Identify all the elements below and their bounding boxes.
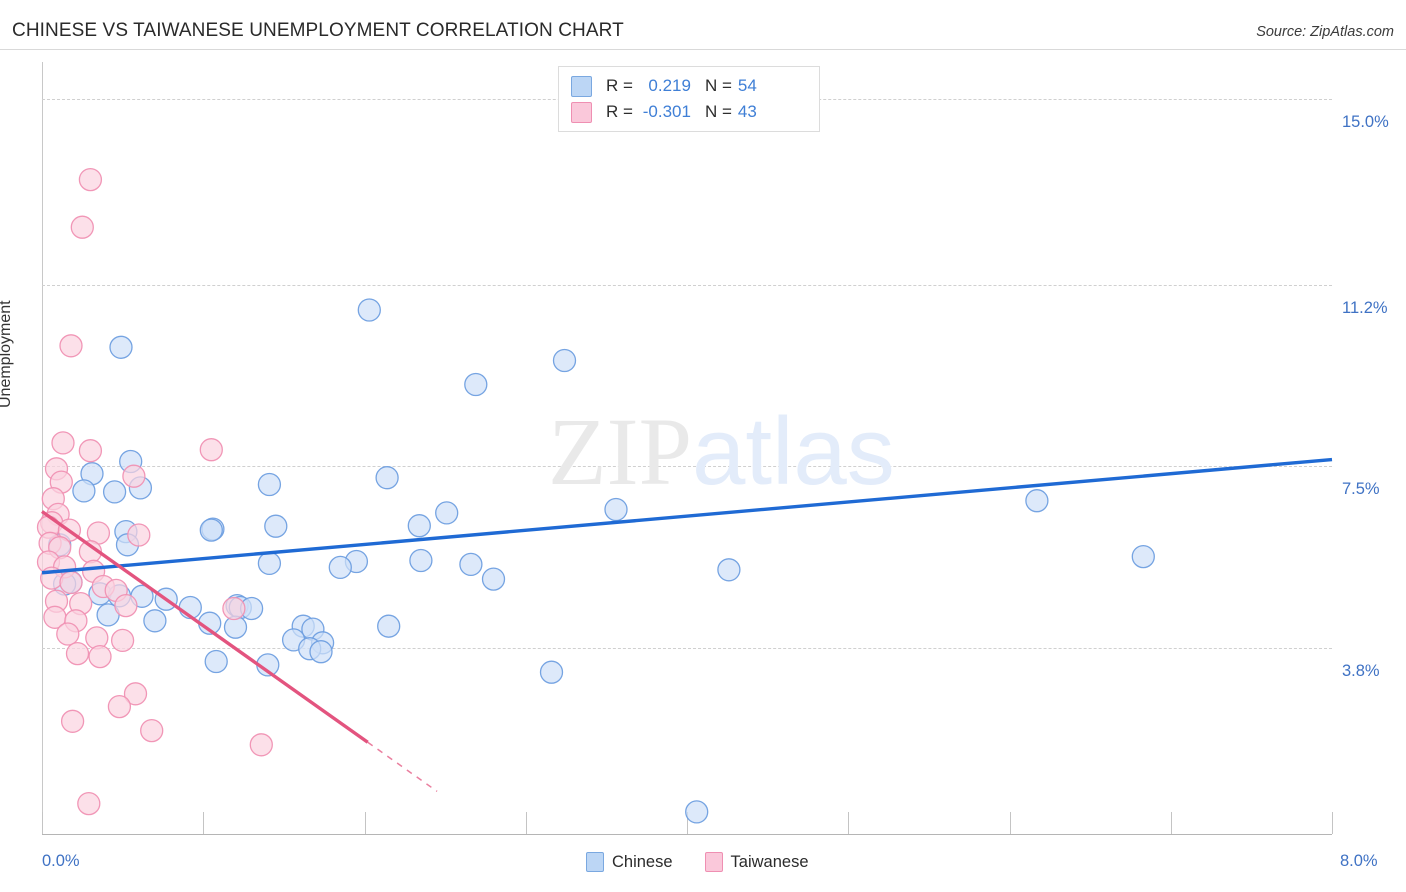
y-tick-label: 15.0%: [1342, 112, 1389, 131]
x-axis-tick: [1009, 812, 1011, 834]
x-axis-tick: [1332, 812, 1333, 834]
gridline: [42, 647, 1332, 649]
x-axis-tick: [525, 812, 527, 834]
x-axis-tick: [848, 812, 850, 834]
stats-n-value-taiwanese: 43: [737, 102, 757, 121]
stats-r-value-chinese: 0.219: [648, 76, 691, 95]
y-tick-label: 11.2%: [1342, 299, 1388, 318]
y-tick-label: 7.5%: [1342, 480, 1380, 499]
series-legend: Chinese Taiwanese: [586, 852, 831, 872]
legend-swatch-taiwanese: [704, 852, 723, 872]
x-axis-line: [42, 834, 1332, 835]
stats-n-value-chinese: 54: [737, 76, 757, 95]
stats-r-value-taiwanese: -0.301: [642, 102, 691, 121]
legend-item-chinese[interactable]: Chinese: [586, 852, 673, 872]
gridline: [42, 285, 1332, 287]
gridline: [42, 466, 1332, 468]
x-axis-tick: [364, 812, 366, 834]
stats-n-label-chinese: N =: [704, 76, 732, 95]
source-attribution: Source: ZipAtlas.com: [1256, 24, 1394, 40]
legend-swatch-chinese: [586, 852, 604, 872]
stats-n-label-taiwanese: N =: [704, 102, 732, 121]
stats-swatch-taiwanese: [571, 101, 592, 123]
stats-r-label-taiwanese: R =: [606, 102, 633, 121]
stats-row-taiwanese: R = -0.301 N = 43: [571, 98, 757, 126]
stats-r-label-chinese: R =: [606, 76, 633, 95]
stats-swatch-chinese: [571, 75, 592, 97]
legend-label-taiwanese: Taiwanese: [730, 852, 809, 871]
x-axis-tick: [42, 812, 43, 834]
legend-item-taiwanese[interactable]: Taiwanese: [704, 852, 809, 872]
page-title: CHINESE VS TAIWANESE UNEMPLOYMENT CORREL…: [12, 20, 624, 41]
header-divider: [0, 49, 1406, 50]
stats-row-chinese: R = 0.219 N = 54: [571, 72, 757, 100]
y-tick-label: 3.8%: [1342, 661, 1380, 680]
x-axis-tick: [1170, 812, 1172, 834]
correlation-chart: CHINESE VS TAIWANESE UNEMPLOYMENT CORREL…: [0, 0, 1406, 892]
legend-label-chinese: Chinese: [612, 852, 673, 871]
correlation-stats-box: R = 0.219 N = 54 R = -0.301 N = 43: [558, 66, 820, 132]
x-axis-tick: [687, 812, 688, 834]
y-axis-title: Unemployment: [0, 300, 14, 408]
plot-area: [42, 62, 1332, 834]
x-axis-tick: [203, 812, 205, 834]
x-axis-min-label: 0.0%: [42, 852, 80, 870]
x-axis-max-label: 8.0%: [1340, 852, 1378, 870]
